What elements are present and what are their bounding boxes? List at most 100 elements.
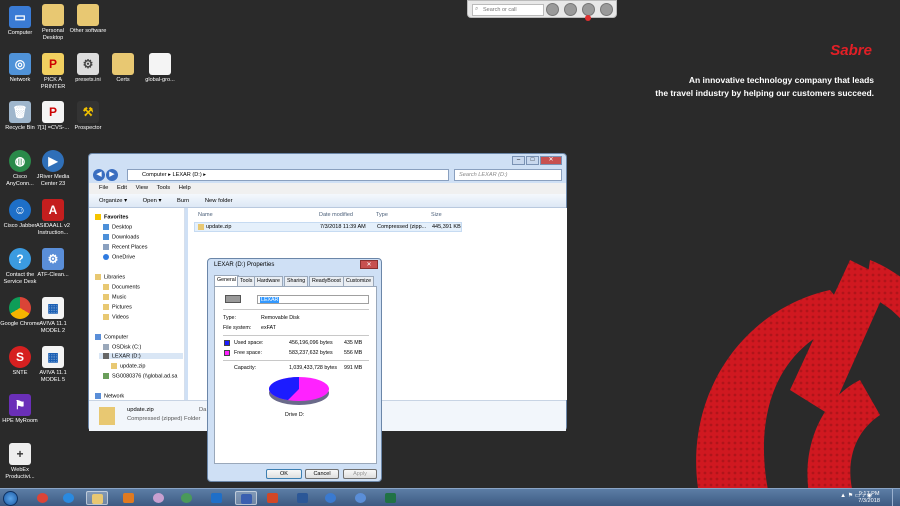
window-controls: – □ ✕ [512, 156, 562, 165]
apply-button[interactable]: Apply [343, 469, 377, 479]
file-name: update.zip [206, 224, 232, 230]
menu-file[interactable]: File [99, 185, 108, 191]
taskbar-network[interactable] [176, 491, 198, 505]
file-row-update-zip[interactable]: update.zip 7/3/2018 11:39 AM Compressed … [194, 222, 462, 232]
nav-pictures[interactable]: Pictures [103, 304, 132, 310]
nav-network[interactable]: Network [95, 393, 124, 399]
properties-dialog: LEXAR (D:) Properties ✕ General Tools Ha… [207, 258, 382, 482]
taskbar-app10[interactable] [320, 491, 342, 505]
desktop-icon-webex[interactable]: + WebEx Productivi... [0, 443, 40, 480]
burn-button[interactable]: Burn [177, 198, 189, 204]
cancel-button[interactable]: Cancel [305, 469, 339, 479]
close-button[interactable]: ✕ [540, 156, 562, 165]
drive-name-value: LEXAR [260, 297, 280, 303]
minimize-button[interactable]: – [512, 156, 525, 165]
dialog-close-button[interactable]: ✕ [360, 260, 378, 269]
taskbar-visio[interactable] [235, 491, 257, 505]
maximize-button[interactable]: □ [526, 156, 539, 165]
desktop-icon-aviva-model-5[interactable]: ▦ AVIVA 11.1 MODEL 5 [33, 346, 73, 383]
desktop-icon-global-gro[interactable]: global-gro... [140, 53, 180, 84]
nav-recent-places[interactable]: Recent Places [103, 244, 147, 250]
computer-icon [95, 334, 101, 340]
nav-videos[interactable]: Videos [103, 314, 129, 320]
forward-arrow-icon[interactable]: ▶ [106, 169, 118, 181]
nav-documents[interactable]: Documents [103, 284, 140, 290]
start-button[interactable] [3, 491, 18, 506]
column-date[interactable]: Date modified [319, 212, 353, 218]
nav-computer[interactable]: Computer [95, 334, 128, 340]
desktop-icon-hpe-myroom[interactable]: ⚑ HPE MyRoom [0, 394, 40, 425]
nav-music[interactable]: Music [103, 294, 126, 300]
capacity-label: Capacity: [234, 365, 257, 371]
tab-hardware[interactable]: Hardware [254, 276, 283, 286]
taskbar-word[interactable] [292, 491, 314, 505]
breadcrumb-computer[interactable]: Computer [142, 172, 167, 178]
tab-readyboost[interactable]: ReadyBoost [309, 276, 344, 286]
usb-drive-icon [225, 295, 241, 303]
taskbar-app11[interactable] [350, 491, 372, 505]
desktop-icon-aviva-model-2[interactable]: ▦ AVIVA 11.1 MODEL 2 [33, 297, 73, 334]
show-desktop-button[interactable] [892, 489, 900, 506]
documents-icon [103, 284, 109, 290]
taskbar-chrome[interactable] [32, 491, 54, 505]
nav-onedrive[interactable]: OneDrive [103, 254, 135, 260]
open-button[interactable]: Open ▾ [143, 198, 162, 204]
phone-icon[interactable] [546, 3, 559, 16]
taskbar-media[interactable] [118, 491, 140, 505]
clock-icon[interactable] [564, 3, 577, 16]
back-arrow-icon[interactable]: ◀ [93, 169, 105, 181]
tab-tools[interactable]: Tools [237, 276, 256, 286]
tab-general[interactable]: General [214, 275, 239, 286]
menu-help[interactable]: Help [179, 185, 191, 191]
nav-osdisk[interactable]: OSDisk (C:) [103, 344, 141, 350]
desktop-icon-jriver[interactable]: ▶ JRiver Media Center 23 [33, 150, 73, 187]
taskbar-app5[interactable] [148, 491, 170, 505]
explorer-search-input[interactable]: Search LEXAR (D:) [454, 169, 562, 181]
zip-folder-icon [99, 407, 115, 425]
organize-button[interactable]: Organize ▾ [99, 198, 127, 204]
menu-tools[interactable]: Tools [157, 185, 171, 191]
clock-date: 7/3/2018 [858, 497, 880, 504]
nav-lexar-selected[interactable]: LEXAR (D:) [99, 353, 183, 360]
breadcrumb-lexar[interactable]: LEXAR (D:) [172, 172, 201, 178]
column-type[interactable]: Type [376, 212, 388, 218]
nav-update-zip[interactable]: update.zip [111, 363, 145, 369]
nav-downloads[interactable]: Downloads [103, 234, 139, 240]
taskbar-ie[interactable] [58, 491, 80, 505]
taskbar-explorer[interactable] [86, 491, 108, 505]
desktop-icon-cvs-file[interactable]: P 7[1] =CVS-... [33, 101, 73, 132]
taskbar-outlook[interactable] [206, 491, 228, 505]
desktop-icon-personal-desktop[interactable]: Personal Desktop [33, 4, 73, 41]
tab-customize[interactable]: Customize [343, 276, 375, 286]
tab-sharing[interactable]: Sharing [284, 276, 309, 286]
desktop-icon-certs[interactable]: Certs [103, 53, 143, 84]
general-tab-panel: LEXAR Type: Removable Disk File system: … [214, 286, 377, 464]
nav-favorites[interactable]: Favorites [95, 214, 128, 220]
call-search-input[interactable] [472, 4, 544, 16]
settings-icon[interactable] [600, 3, 613, 16]
menu-edit[interactable]: Edit [117, 185, 127, 191]
taskbar-excel[interactable] [380, 491, 402, 505]
taskbar-powerpoint[interactable] [262, 491, 284, 505]
nav-network-share[interactable]: SG0080376 (\\global.ad.sa [103, 373, 177, 379]
clock[interactable]: 9:17 PM 7/3/2018 [858, 491, 880, 504]
nav-libraries[interactable]: Libraries [95, 274, 125, 280]
desktop-icon-presets-ini[interactable]: ⚙ presets.ini [68, 53, 108, 84]
desktop-icon-asidaall[interactable]: A ASIDAALL v2 Instruction... [33, 199, 73, 236]
drive-name-input[interactable]: LEXAR [257, 295, 369, 304]
address-bar[interactable]: Computer ▸ LEXAR (D:) ▸ [127, 169, 449, 181]
column-size[interactable]: Size [431, 212, 442, 218]
type-label: Type: [223, 315, 236, 321]
desktop-icon-other-software[interactable]: Other software [68, 4, 108, 35]
nav-desktop[interactable]: Desktop [103, 224, 132, 230]
desktop-icon-pick-a-printer[interactable]: P PICK A PRINTER [33, 53, 73, 90]
ok-button[interactable]: OK [266, 469, 302, 479]
new-folder-button[interactable]: New folder [205, 198, 233, 204]
library-icon [95, 274, 101, 280]
free-space-swatch [224, 350, 230, 356]
column-name[interactable]: Name [198, 212, 213, 218]
desktop-icon-atf-clean[interactable]: ⚙ ATF-Clean... [33, 248, 73, 279]
desktop-icon-prospector[interactable]: ⚒ Prospector [68, 101, 108, 132]
menu-view[interactable]: View [136, 185, 148, 191]
used-space-swatch [224, 340, 230, 346]
